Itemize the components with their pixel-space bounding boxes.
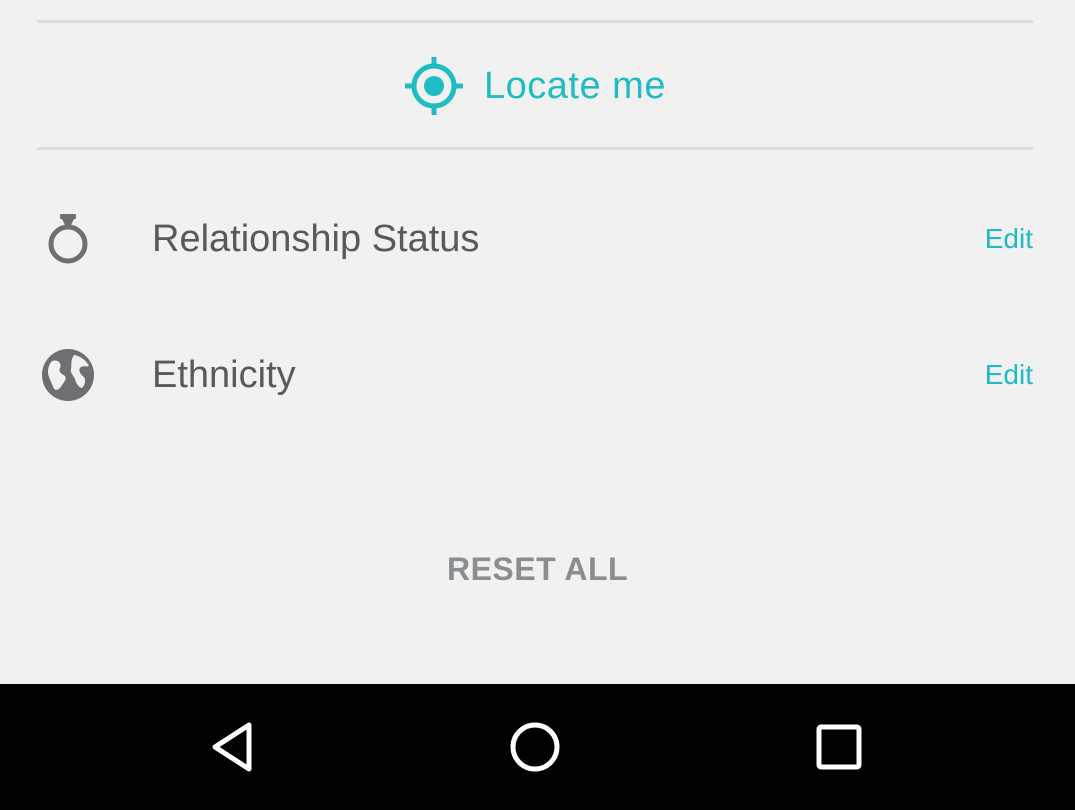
recents-icon[interactable] <box>809 717 869 777</box>
filter-screen: Locate me Relationship Status Edit Ethni… <box>0 0 1075 810</box>
reset-all-container: RESET ALL <box>0 548 1075 590</box>
reset-all-button[interactable]: RESET ALL <box>447 551 628 587</box>
ethnicity-edit-button[interactable]: Edit <box>985 358 1033 392</box>
globe-icon <box>40 347 96 403</box>
relationship-status-row: Relationship Status Edit <box>0 184 1075 294</box>
back-icon[interactable] <box>203 717 263 777</box>
top-divider <box>37 20 1033 23</box>
ethnicity-row: Ethnicity Edit <box>0 320 1075 430</box>
relationship-status-edit-button[interactable]: Edit <box>985 222 1033 256</box>
locate-divider <box>37 147 1033 150</box>
ring-icon <box>40 211 96 267</box>
crosshair-target-icon <box>404 56 464 116</box>
locate-me-button[interactable]: Locate me <box>37 25 1033 147</box>
locate-me-label: Locate me <box>484 64 666 107</box>
ethnicity-label: Ethnicity <box>152 354 296 396</box>
relationship-status-label: Relationship Status <box>152 218 480 260</box>
android-navigation-bar <box>0 684 1075 810</box>
home-icon[interactable] <box>505 717 565 777</box>
